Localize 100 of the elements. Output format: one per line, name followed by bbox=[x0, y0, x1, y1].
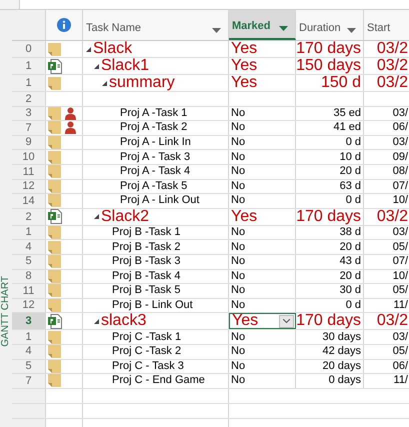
row-number[interactable]: 1 bbox=[12, 75, 46, 91]
table-row[interactable]: 1 Slack1 Yes 150 days 03/2 bbox=[12, 58, 409, 75]
row-number[interactable]: 7 bbox=[12, 121, 46, 135]
collapse-triangle-icon[interactable] bbox=[94, 318, 99, 324]
table-row[interactable]: 8 Proj B -Task 4 No 20 d 10/ bbox=[12, 270, 409, 284]
table-row[interactable]: 4 Proj C -Task 2 No 42 days 05/ bbox=[12, 344, 409, 360]
duration-value: 170 days bbox=[296, 313, 361, 330]
task-name: Proj A -Task 2 bbox=[120, 122, 188, 134]
dropdown-arrow-icon[interactable] bbox=[212, 28, 221, 33]
table-row[interactable]: 9 Proj A - Link In No 0 d 03/ bbox=[12, 136, 409, 150]
table-row[interactable]: 1 Proj B -Task 1 No 38 d 03/ bbox=[12, 226, 409, 240]
note-icon bbox=[48, 42, 61, 56]
column-header[interactable]: Marked bbox=[229, 10, 296, 40]
marked-value: Yes bbox=[232, 313, 258, 330]
marked-value: No bbox=[231, 285, 246, 296]
marked-value: No bbox=[231, 180, 246, 192]
marked-value: No bbox=[231, 375, 246, 386]
start-date: 09/ bbox=[392, 152, 408, 163]
dropdown-button[interactable] bbox=[279, 314, 294, 328]
table-row[interactable]: 3 Proj A -Task 1 No 35 ed 03/ bbox=[12, 106, 409, 122]
note-icon bbox=[48, 106, 61, 120]
table-row[interactable]: 1 Proj C -Task 1 No 30 days 03/ bbox=[12, 330, 409, 345]
column-header[interactable]: Duration bbox=[296, 10, 364, 40]
duration-value: 30 days bbox=[322, 332, 361, 343]
row-number[interactable]: 3 bbox=[12, 106, 46, 120]
table-row[interactable]: 5 Proj C - Task 3 No 20 days 06/ bbox=[12, 360, 409, 374]
duration-value: 35 ed bbox=[333, 108, 361, 119]
row-number[interactable]: 12 bbox=[12, 180, 46, 194]
row-number[interactable]: 11 bbox=[12, 284, 46, 298]
collapse-triangle-icon[interactable] bbox=[94, 64, 99, 68]
table-row[interactable]: 0 Slack Yes 170 days 03/2 bbox=[12, 41, 409, 58]
collapse-triangle-icon[interactable] bbox=[94, 214, 99, 220]
note-icon bbox=[48, 76, 61, 90]
marked-value: No bbox=[231, 256, 246, 268]
table-row[interactable]: 12 Proj B - Link Out No 0 d 11/ bbox=[12, 298, 409, 314]
row-number[interactable]: 1 bbox=[12, 330, 46, 344]
task-name: Proj B -Task 1 bbox=[112, 227, 180, 238]
dropdown-arrow-icon[interactable] bbox=[279, 26, 288, 31]
task-name: Proj B - Link Out bbox=[112, 300, 193, 312]
row-number[interactable]: 4 bbox=[12, 344, 46, 358]
note-icon bbox=[48, 136, 61, 150]
row-number[interactable]: 0 bbox=[12, 41, 46, 57]
table-row[interactable]: 10 Proj A - Task 3 No 10 d 09/ bbox=[12, 150, 409, 165]
task-name: Slack bbox=[93, 41, 132, 57]
row-number[interactable]: 10 bbox=[12, 150, 46, 164]
table-row[interactable]: 2 bbox=[12, 92, 409, 107]
row-number[interactable]: 9 bbox=[12, 136, 46, 150]
row-number[interactable]: 14 bbox=[12, 194, 46, 208]
row-number[interactable]: 8 bbox=[12, 270, 46, 284]
duration-value: 0 d bbox=[346, 137, 361, 148]
info-icon bbox=[57, 18, 71, 32]
table-row[interactable]: 14 Proj A - Link Out No 0 d 10/ bbox=[12, 194, 409, 209]
table-row[interactable]: 4 Proj B -Task 2 No 20 d 05/ bbox=[12, 240, 409, 255]
table-row[interactable]: 11 Proj B -Task 5 No 30 d 05/ bbox=[12, 284, 409, 299]
row-number[interactable]: 1 bbox=[12, 58, 46, 74]
start-date: 03/ bbox=[392, 108, 408, 119]
collapse-triangle-icon[interactable] bbox=[102, 80, 107, 86]
marked-value: No bbox=[231, 242, 246, 253]
note-icon bbox=[48, 374, 61, 388]
note-icon bbox=[48, 284, 61, 298]
table-row[interactable]: 7 Proj A -Task 2 No 41 ed 06/ bbox=[12, 121, 409, 136]
row-number[interactable]: 2 bbox=[12, 92, 46, 106]
task-name: Slack2 bbox=[101, 208, 150, 225]
table-row[interactable]: 1 summary Yes 150 d 03/2 bbox=[12, 75, 409, 92]
row-number[interactable]: 5 bbox=[12, 360, 46, 374]
column-header[interactable]: Start bbox=[364, 10, 409, 40]
note-icon bbox=[48, 330, 61, 344]
row-number[interactable]: 2 bbox=[12, 208, 46, 225]
dropdown-arrow-icon[interactable] bbox=[347, 28, 356, 33]
person-icon bbox=[65, 106, 76, 120]
row-number[interactable]: 11 bbox=[12, 164, 46, 179]
duration-value: 63 d bbox=[340, 180, 361, 192]
task-name: Proj B -Task 5 bbox=[112, 285, 180, 296]
row-number[interactable]: 4 bbox=[12, 240, 46, 254]
table-row[interactable]: 12 Proj A -Task 5 No 63 d 07/ bbox=[12, 180, 409, 194]
task-name: Proj C - Task 3 bbox=[112, 360, 184, 372]
start-date: 07/ bbox=[392, 256, 408, 268]
row-number[interactable]: 3 bbox=[12, 313, 46, 330]
task-name: Slack1 bbox=[101, 58, 150, 74]
table-row[interactable]: 7 Proj C - End Game No 0 days 11/ bbox=[12, 374, 409, 389]
row-number[interactable]: 12 bbox=[12, 298, 46, 312]
row-number[interactable]: 1 bbox=[12, 226, 46, 240]
start-date: 03/ bbox=[392, 332, 408, 343]
start-date: 06/ bbox=[392, 122, 408, 134]
start-date: 10/ bbox=[392, 270, 408, 282]
marked-value: Yes bbox=[231, 208, 258, 225]
column-header[interactable]: Task Name bbox=[83, 10, 229, 40]
duration-value: 20 days bbox=[322, 360, 361, 372]
marked-value: Yes bbox=[231, 41, 258, 57]
note-icon bbox=[48, 255, 61, 268]
row-number[interactable]: 7 bbox=[12, 374, 46, 388]
row-number[interactable]: 5 bbox=[12, 254, 46, 269]
start-date: 05/ bbox=[392, 285, 408, 296]
duration-value: 0 d bbox=[346, 195, 361, 206]
table-row[interactable]: 11 Proj A - Task 4 No 20 d 08/ bbox=[12, 164, 409, 180]
task-name: Proj A - Link In bbox=[120, 137, 191, 148]
table-row[interactable]: 2 Slack2 Yes 170 days 03/2 bbox=[12, 208, 409, 226]
collapse-triangle-icon[interactable] bbox=[86, 46, 91, 52]
table-row[interactable]: 3 slack3 Yes 170 days 03/2 bbox=[12, 313, 409, 330]
table-row[interactable]: 5 Proj B -Task 3 No 43 d 07/ bbox=[12, 254, 409, 270]
